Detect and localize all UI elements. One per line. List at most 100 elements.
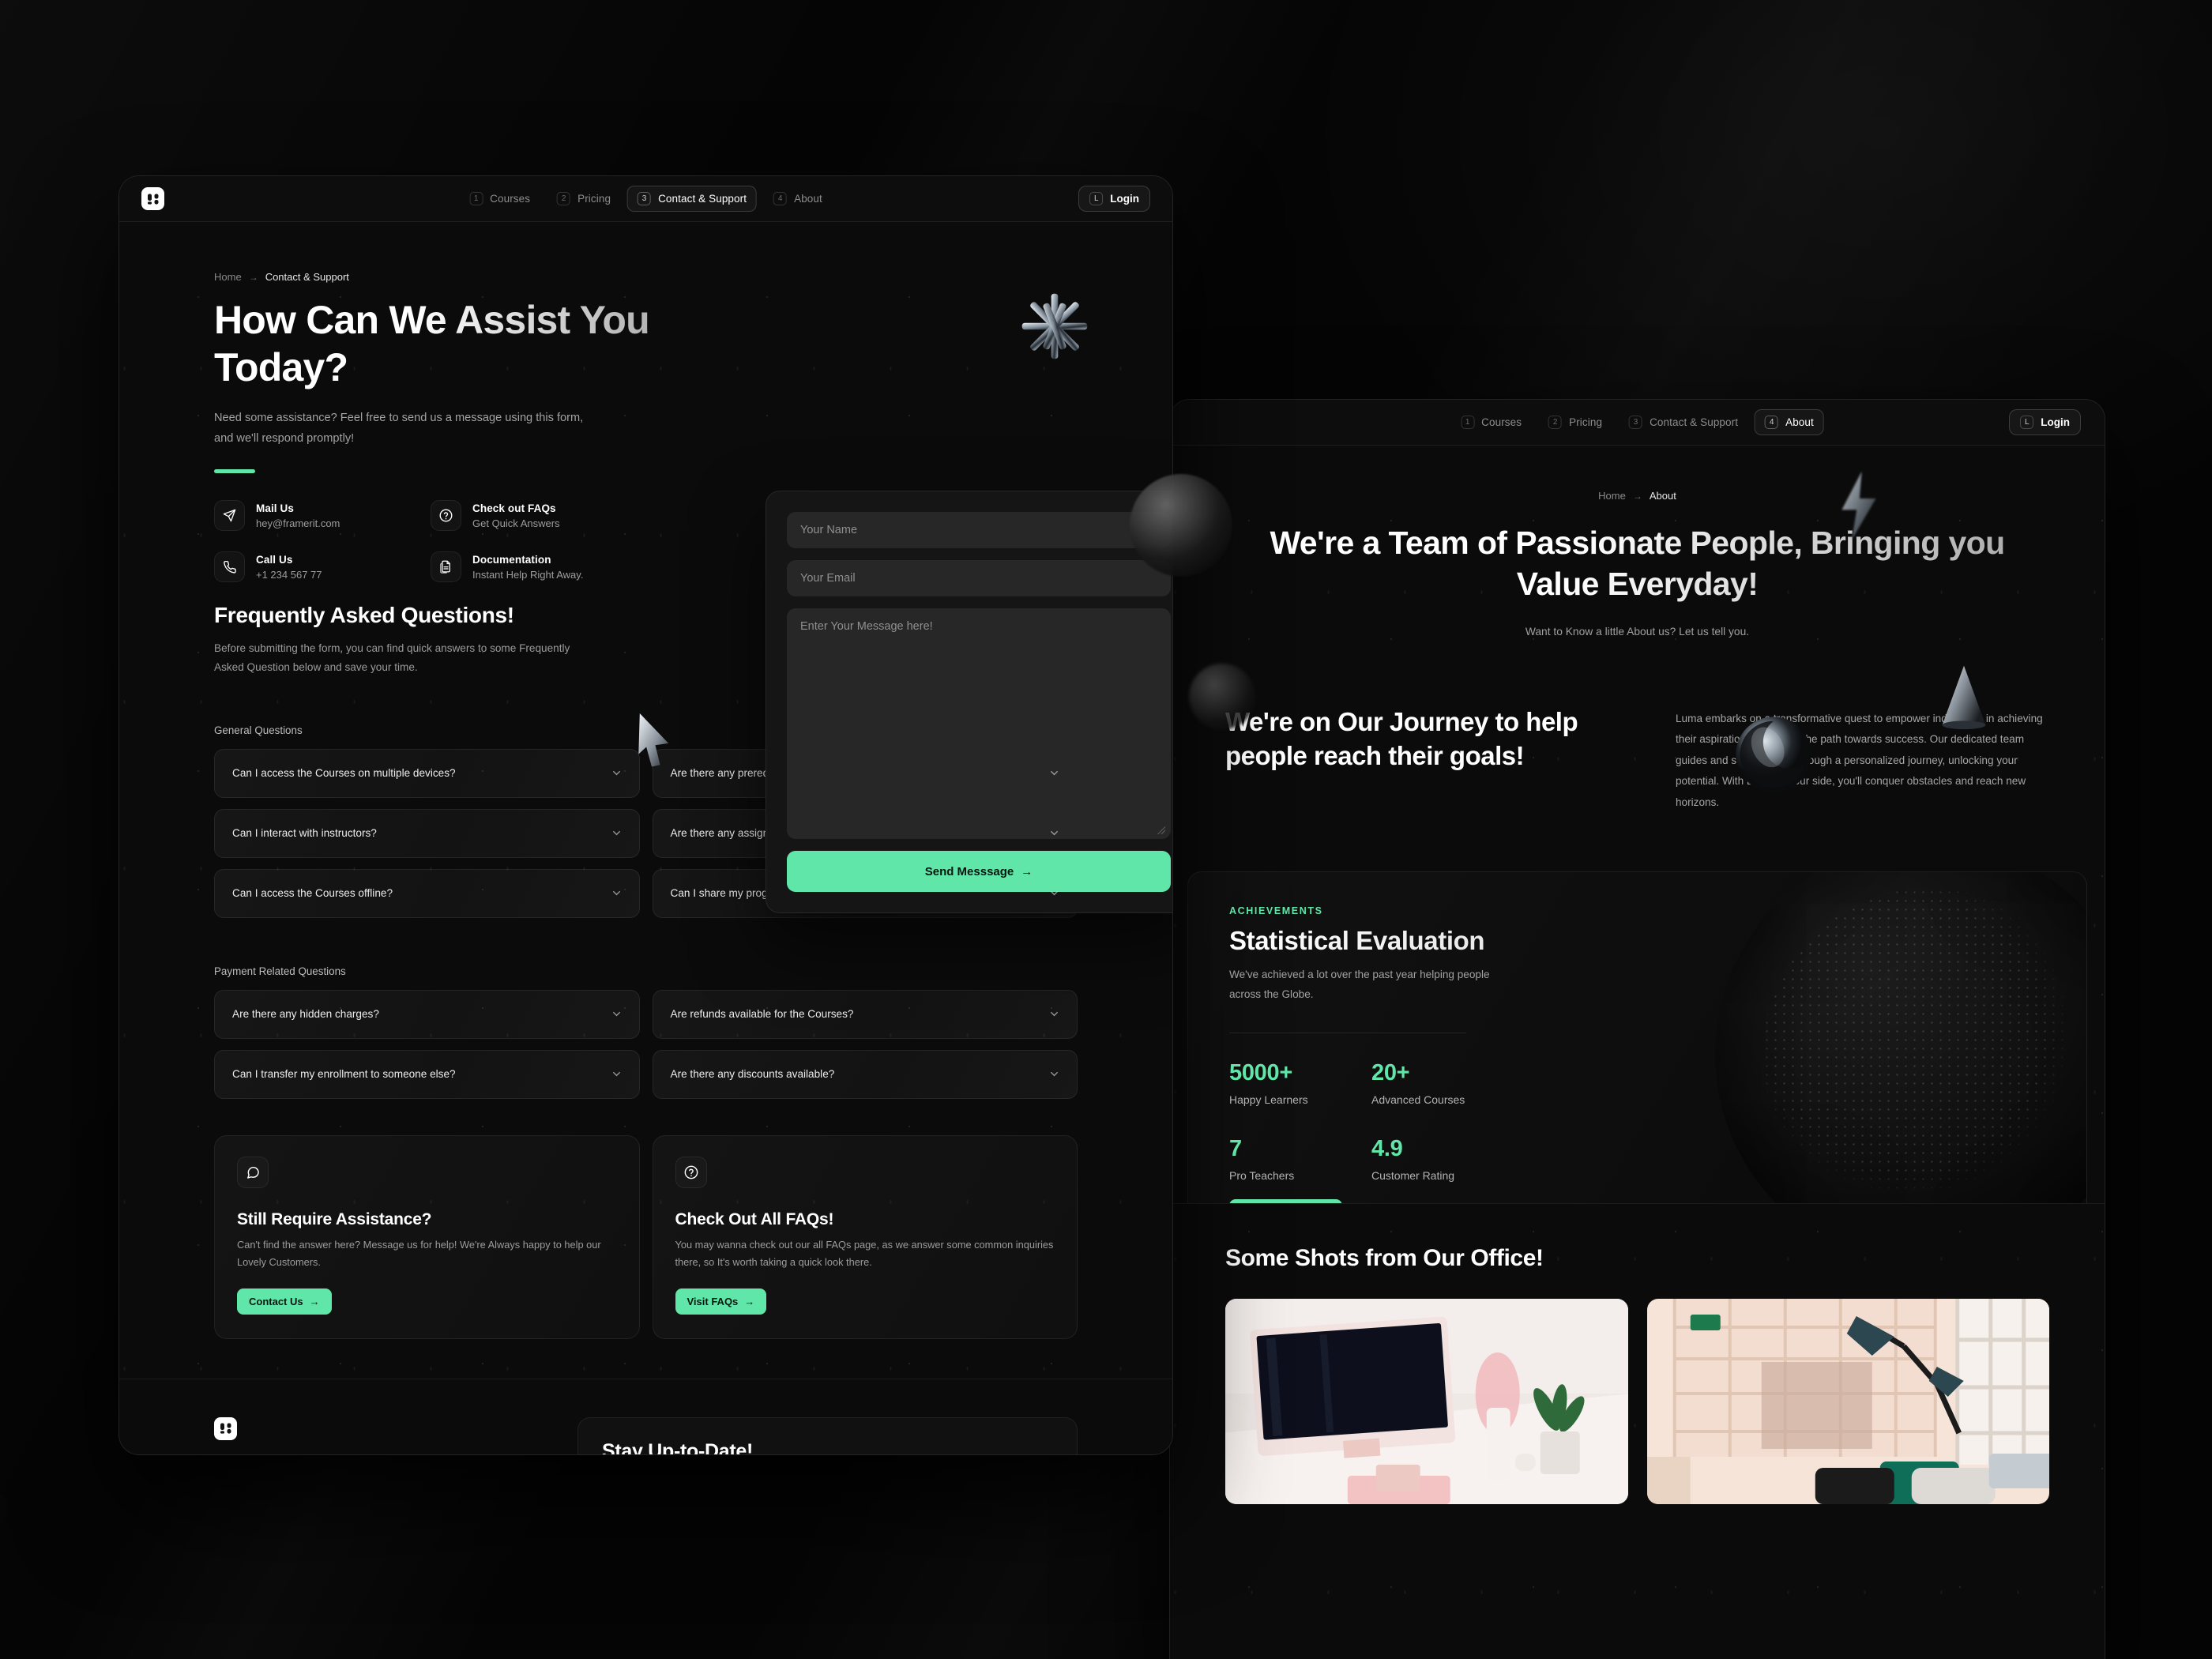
chevron-down-icon	[1051, 771, 1058, 776]
page-title: How Can We Assist You Today?	[214, 297, 720, 391]
resize-handle-icon[interactable]	[1157, 826, 1165, 834]
faq-question: Can I access the Courses on multiple dev…	[232, 767, 456, 780]
nav-item-pricing[interactable]: 2 Pricing	[547, 186, 621, 212]
page-title: We're a Team of Passionate People, Bring…	[1225, 522, 2049, 605]
office-lounge-photo	[1646, 1299, 2049, 1505]
arrow-right-icon: →	[744, 1295, 755, 1307]
phone-icon	[214, 551, 245, 583]
stat-item: 4.9 Customer Rating	[1371, 1136, 1514, 1182]
arrow-right-icon: →	[309, 1295, 320, 1307]
email-input[interactable]: Your Email	[787, 560, 1171, 596]
chevron-down-icon	[612, 1012, 620, 1017]
cta-card-faqs: Check Out All FAQs! You may wanna check …	[652, 1134, 1078, 1339]
cta-body: Can't find the answer here? Message us f…	[237, 1238, 601, 1268]
nav-label: Contact & Support	[1650, 416, 1739, 428]
contact-method-faqs[interactable]: Check out FAQs Get Quick Answers	[431, 500, 633, 532]
faq-item[interactable]: Are refunds available for the Courses?	[652, 989, 1078, 1039]
visit-faqs-button[interactable]: Visit FAQs →	[675, 1288, 767, 1315]
nav-number: 2	[557, 192, 571, 205]
nav-label: Contact & Support	[658, 193, 747, 205]
stats-grid: 5000+ Happy Learners 20+ Advanced Course…	[1229, 1060, 2045, 1182]
cta-title: Still Require Assistance?	[237, 1209, 432, 1228]
document-icon	[431, 551, 461, 583]
faq-item[interactable]: Can I interact with instructors?	[214, 808, 640, 858]
about-page: Home → About We're a Team of Passionate …	[1170, 446, 2105, 1659]
chevron-down-icon	[1051, 1012, 1058, 1017]
faq-item[interactable]: Are there any hidden charges?	[214, 989, 640, 1039]
nav-number: 2	[1548, 416, 1563, 429]
faq-item[interactable]: Are there any discounts available?	[652, 1049, 1078, 1099]
stat-label: Customer Rating	[1371, 1169, 1455, 1183]
more-about-us-button[interactable]: More About Us →	[1229, 1199, 1342, 1204]
cta-body: You may wanna check out our all FAQs pag…	[675, 1238, 1054, 1268]
nav-item-courses[interactable]: 1 Courses	[1450, 409, 1532, 435]
breadcrumb-arrow-icon: →	[1632, 490, 1642, 502]
contact-title: Check out FAQs	[472, 502, 556, 514]
statistics-card: ACHIEVEMENTS Statistical Evaluation We'v…	[1187, 871, 2087, 1204]
login-button[interactable]: L Login	[2009, 409, 2081, 435]
stat-value: 4.9	[1371, 1136, 1403, 1162]
chevron-down-icon	[1051, 831, 1058, 836]
footer: Luma is a powerful Membership Template t…	[119, 1379, 1172, 1454]
login-button[interactable]: L Login	[1078, 186, 1150, 212]
faq-item[interactable]: Can I transfer my enrollment to someone …	[214, 1049, 640, 1099]
faq-question: Are there any hidden charges?	[232, 1008, 379, 1021]
office-photo-grid	[1225, 1299, 2049, 1505]
about-window: 1 Courses 2 Pricing 3 Contact & Support …	[1169, 399, 2105, 1659]
contact-method-mail[interactable]: Mail Us hey@framerit.com	[214, 500, 416, 532]
faq-group-title-payment: Payment Related Questions	[214, 965, 346, 977]
nav-number: 4	[1765, 416, 1779, 429]
button-label: Contact Us	[249, 1295, 303, 1307]
breadcrumb-current: About	[1649, 490, 1676, 502]
chevron-down-icon	[612, 831, 620, 836]
nav-item-about[interactable]: 4 About	[763, 186, 833, 212]
nav-item-contact-support[interactable]: 3 Contact & Support	[627, 186, 758, 212]
contact-title: Mail Us	[256, 502, 294, 514]
page-subtitle: Need some assistance? Feel free to send …	[214, 412, 584, 445]
nav-label: Pricing	[1569, 416, 1603, 428]
contact-page: Home → Contact & Support How Can We Assi…	[119, 222, 1172, 1454]
faq-item[interactable]: Can I access the Courses on multiple dev…	[214, 748, 640, 798]
message-textarea[interactable]: Enter Your Message here!	[787, 608, 1171, 839]
question-circle-icon	[431, 500, 461, 532]
contact-navbar: 1 Courses 2 Pricing 3 Contact & Support …	[119, 176, 1172, 222]
faq-question: Are refunds available for the Courses?	[670, 1008, 854, 1021]
nav-item-pricing[interactable]: 2 Pricing	[1538, 409, 1612, 435]
luma-logo-icon[interactable]	[141, 187, 164, 210]
stats-title: Statistical Evaluation	[1229, 926, 2045, 956]
contact-method-documentation[interactable]: Documentation Instant Help Right Away.	[431, 551, 633, 583]
send-message-button[interactable]: Send Messsage →	[787, 851, 1171, 892]
accent-divider	[214, 469, 255, 474]
nav-label: About	[1785, 416, 1814, 428]
contact-value: Instant Help Right Away.	[472, 568, 584, 581]
faq-item[interactable]: Can I access the Courses offline?	[214, 868, 640, 918]
newsletter-card: Stay Up-to-Date! Subscribe to our Newsle…	[577, 1416, 1078, 1454]
breadcrumb-home[interactable]: Home	[1598, 490, 1626, 502]
faq-question: Can I access the Courses offline?	[232, 887, 393, 900]
about-hero: Home → About We're a Team of Passionate …	[1170, 446, 2105, 638]
about-navbar: 1 Courses 2 Pricing 3 Contact & Support …	[1170, 400, 2105, 446]
nav-number: 1	[1461, 416, 1475, 429]
breadcrumb-home[interactable]: Home	[214, 271, 242, 283]
contact-method-call[interactable]: Call Us +1 234 567 77	[214, 551, 416, 583]
nav-number: 4	[773, 192, 788, 205]
login-key: L	[2020, 416, 2034, 429]
nav-item-contact-support[interactable]: 3 Contact & Support	[1619, 409, 1748, 435]
login-label: Login	[2041, 416, 2070, 428]
send-icon	[214, 500, 245, 532]
luma-logo-icon[interactable]	[214, 1416, 237, 1440]
nav-item-about[interactable]: 4 About	[1755, 409, 1824, 435]
contact-value: hey@framerit.com	[256, 517, 340, 529]
office-section: Some Shots from Our Office!	[1170, 1203, 2105, 1505]
name-input[interactable]: Your Name	[787, 512, 1171, 548]
chevron-down-icon	[612, 1072, 620, 1077]
button-label: Visit FAQs	[687, 1295, 739, 1307]
faq-question: Are there any discounts available?	[670, 1068, 835, 1081]
question-circle-icon	[675, 1156, 707, 1188]
contact-us-button[interactable]: Contact Us →	[237, 1288, 332, 1315]
nav-label: About	[794, 193, 822, 205]
stats-eyebrow: ACHIEVEMENTS	[1229, 905, 1323, 917]
contact-methods: Mail Us hey@framerit.com Check out FAQs …	[214, 500, 633, 583]
cta-card-grid: Still Require Assistance? Can't find the…	[214, 1134, 1078, 1339]
nav-item-courses[interactable]: 1 Courses	[459, 186, 540, 212]
